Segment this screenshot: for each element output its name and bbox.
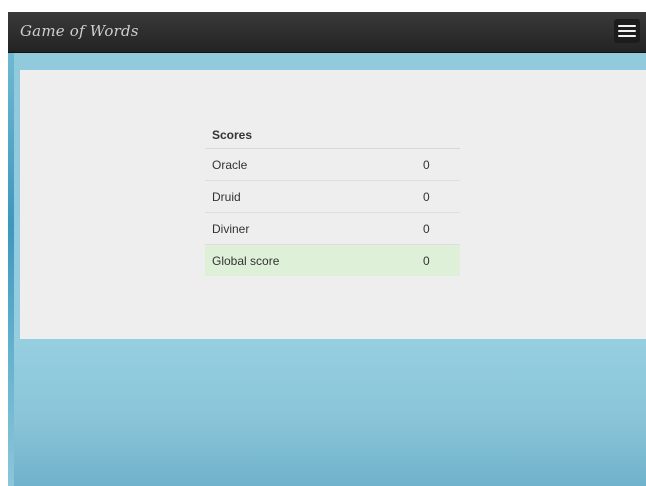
- brand-logo[interactable]: Game of Words: [20, 22, 139, 40]
- hamburger-menu-icon[interactable]: [614, 19, 640, 43]
- menu-bar: [618, 25, 636, 27]
- score-label-druid: Druid: [205, 180, 417, 213]
- table-row: Diviner 0: [205, 212, 460, 245]
- scores-header: Scores: [205, 122, 460, 149]
- table-row: Druid 0: [205, 180, 460, 213]
- global-score-value: 0: [417, 244, 460, 276]
- scores-table: Scores Oracle 0 Druid 0 Diviner 0 Global…: [205, 122, 460, 276]
- app-frame: Game of Words Scores Oracle 0 Druid 0 Di…: [8, 12, 646, 486]
- global-score-label: Global score: [205, 244, 417, 276]
- menu-bar: [618, 35, 636, 37]
- score-value-oracle: 0: [417, 148, 460, 181]
- menu-bar: [618, 30, 636, 32]
- score-value-druid: 0: [417, 180, 460, 213]
- global-score-row: Global score 0: [205, 244, 460, 276]
- scores-header-row: Scores: [205, 122, 460, 149]
- navbar: Game of Words: [8, 12, 646, 53]
- scores-panel: Scores Oracle 0 Druid 0 Diviner 0 Global…: [20, 70, 646, 339]
- background-edge: [8, 53, 14, 486]
- score-value-diviner: 0: [417, 212, 460, 245]
- score-label-diviner: Diviner: [205, 212, 417, 245]
- score-label-oracle: Oracle: [205, 148, 417, 181]
- table-row: Oracle 0: [205, 148, 460, 181]
